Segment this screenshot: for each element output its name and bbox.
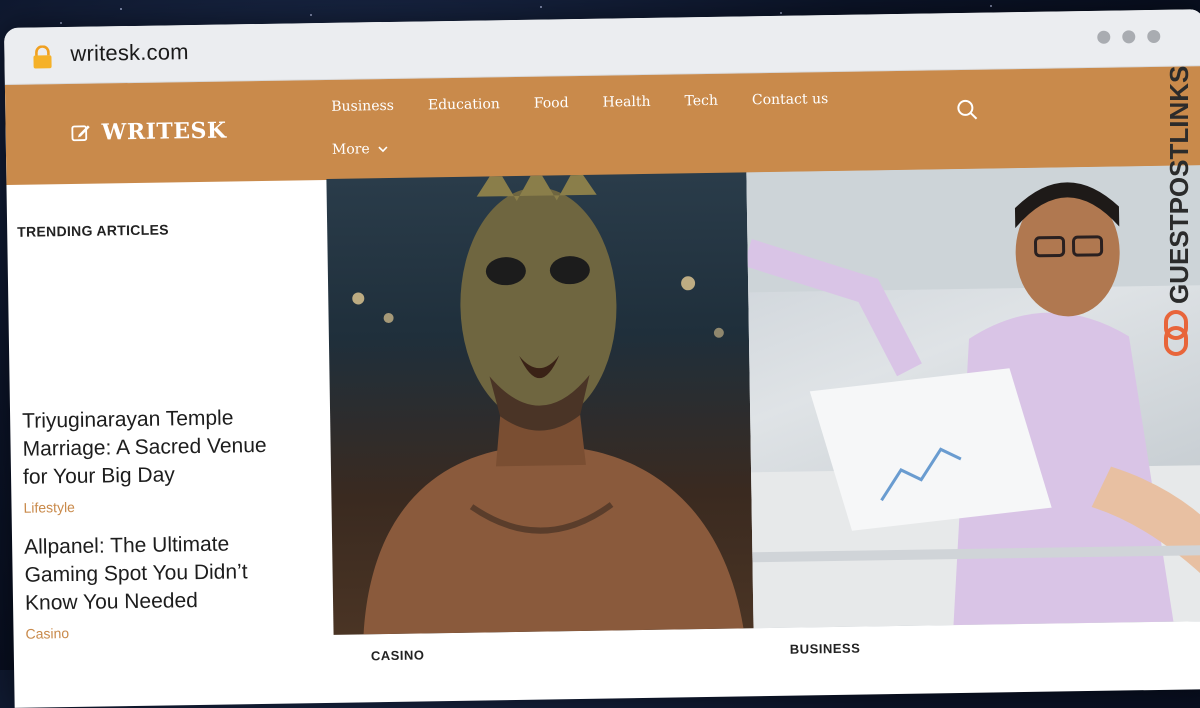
window-dot[interactable] — [1122, 30, 1136, 44]
watermark-text: GUESTPOSTLINKS — [1164, 66, 1194, 304]
article-title[interactable]: Allpanel: The Ultimate Gaming Spot You D… — [24, 530, 285, 618]
featured-image-wrestler[interactable] — [326, 172, 754, 635]
nav-item-health[interactable]: Health — [602, 94, 650, 111]
nav-more-menu[interactable]: More — [332, 134, 852, 158]
wrestler-illustration — [352, 172, 744, 635]
window-controls — [1097, 29, 1161, 44]
trending-article[interactable]: Allpanel: The Ultimate Gaming Spot You D… — [24, 530, 286, 642]
article-title[interactable]: Triyuginarayan Temple Marriage: A Sacred… — [22, 404, 283, 492]
business-illustration — [746, 165, 1200, 629]
featured-category-label[interactable]: CASINO — [371, 647, 425, 663]
trending-article[interactable]: Triyuginarayan Temple Marriage: A Sacred… — [22, 404, 284, 516]
chevron-down-icon — [378, 146, 388, 153]
main-nav: Business Education Food Health Tech Cont… — [331, 82, 852, 158]
link-icon — [1164, 310, 1188, 356]
article-category[interactable]: Lifestyle — [23, 496, 283, 516]
nav-item-contact[interactable]: Contact us — [752, 91, 828, 108]
site-logo-text: WRITESK — [101, 117, 227, 146]
nav-item-business[interactable]: Business — [331, 98, 394, 115]
nav-item-education[interactable]: Education — [428, 96, 500, 113]
guestpostlinks-watermark: GUESTPOSTLINKS — [1164, 66, 1194, 356]
featured-image-business[interactable] — [746, 165, 1200, 629]
nav-item-food[interactable]: Food — [534, 95, 569, 112]
site-logo[interactable]: WRITESK — [69, 117, 227, 146]
nav-item-tech[interactable]: Tech — [684, 93, 718, 110]
search-icon[interactable] — [955, 98, 979, 122]
window-dot[interactable] — [1097, 30, 1111, 44]
lock-icon — [33, 45, 52, 69]
window-dot[interactable] — [1147, 29, 1161, 44]
address-bar[interactable]: writesk.com — [70, 39, 189, 67]
article-category[interactable]: Casino — [25, 622, 285, 642]
edit-icon — [71, 125, 90, 142]
featured-category-label[interactable]: BUSINESS — [790, 641, 861, 657]
trending-heading: TRENDING ARTICLES — [17, 221, 169, 240]
browser-window: writesk.com WRITESK Business Education F… — [4, 9, 1200, 708]
nav-more-label: More — [331, 141, 370, 158]
